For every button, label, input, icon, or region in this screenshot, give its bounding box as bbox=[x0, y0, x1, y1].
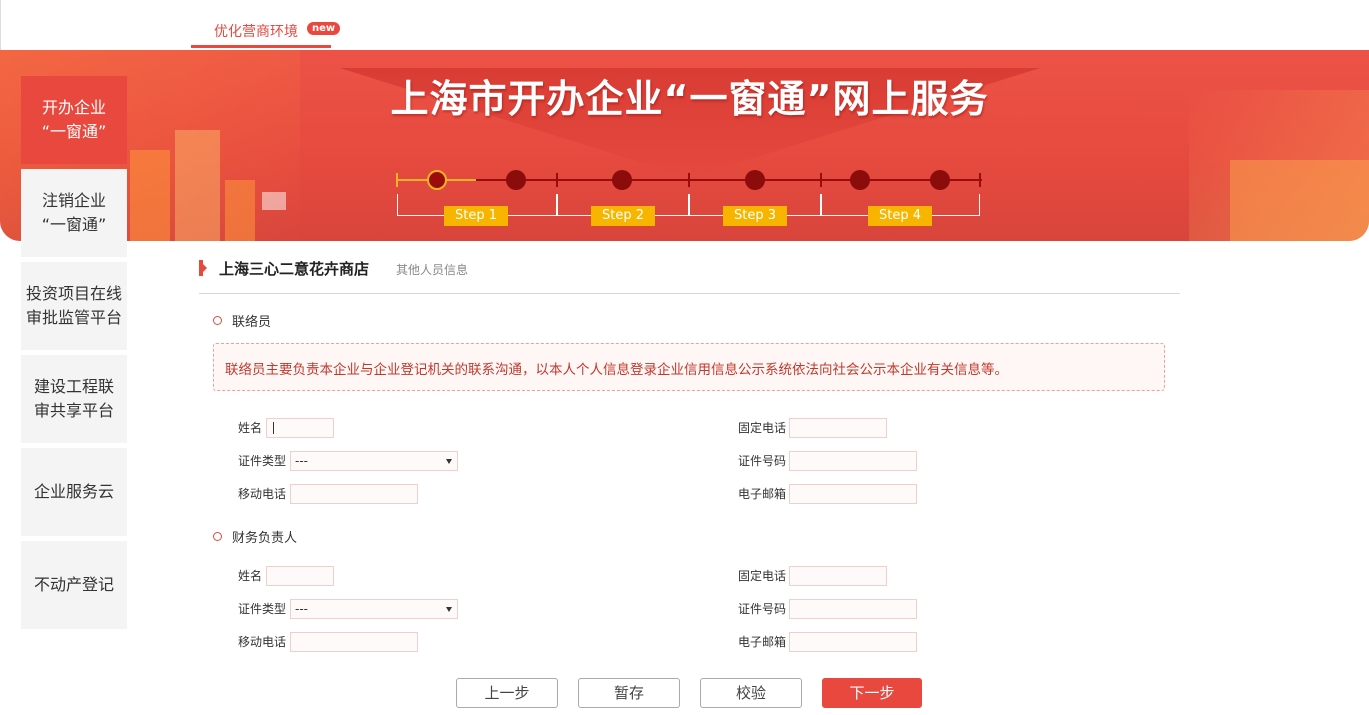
chart-icon bbox=[262, 192, 286, 210]
chevron-down-icon bbox=[446, 459, 452, 464]
sidebar-item-real-estate[interactable]: 不动产登记 bbox=[21, 541, 127, 629]
finance-email-input[interactable] bbox=[789, 632, 917, 652]
step-tick bbox=[556, 173, 558, 187]
sidebar-item-business-startup[interactable]: 开办企业 “一窗通” bbox=[21, 76, 127, 164]
top-nav-bar: 优化营商环境 new bbox=[0, 0, 1369, 50]
company-name: 上海三心二意花卉商店 bbox=[219, 260, 370, 278]
step-tick bbox=[396, 173, 398, 187]
sidebar-item-investment-approval[interactable]: 投资项目在线 审批监管平台 bbox=[21, 262, 127, 350]
contact-name-input[interactable] bbox=[266, 418, 334, 438]
finance-id-type-select[interactable]: --- bbox=[290, 599, 458, 619]
step-4-label: Step 4 bbox=[868, 206, 932, 226]
step-dot bbox=[612, 170, 632, 190]
text-caret bbox=[273, 422, 274, 434]
field-label: 姓名 bbox=[238, 569, 263, 583]
prev-step-button[interactable]: 上一步 bbox=[456, 678, 558, 708]
step-2-label: Step 2 bbox=[591, 206, 655, 226]
page-subtitle: 其他人员信息 bbox=[396, 263, 469, 277]
finance-id-number-input[interactable] bbox=[789, 599, 917, 619]
circle-icon bbox=[213, 532, 222, 541]
building-illustration bbox=[130, 150, 170, 241]
step-dot bbox=[745, 170, 765, 190]
field-label: 固定电话 bbox=[738, 421, 787, 435]
section-title-contact: 联络员 bbox=[213, 311, 271, 330]
step-tick bbox=[688, 173, 690, 187]
field-label: 证件号码 bbox=[738, 602, 787, 616]
step-dot bbox=[930, 170, 950, 190]
heading-marker-icon bbox=[199, 260, 207, 276]
validate-button[interactable]: 校验 bbox=[700, 678, 802, 708]
contact-mobile-input[interactable] bbox=[290, 484, 418, 504]
contact-notice: 联络员主要负责本企业与企业登记机关的联系沟通，以本人个人信息登录企业信用信息公示… bbox=[213, 343, 1165, 391]
sidebar-item-construction-review[interactable]: 建设工程联 审共享平台 bbox=[21, 355, 127, 443]
new-badge: new bbox=[307, 22, 341, 35]
contact-email-input[interactable] bbox=[789, 484, 917, 504]
step-3-label: Step 3 bbox=[723, 206, 787, 226]
field-label: 姓名 bbox=[238, 421, 263, 435]
section-label: 财务负责人 bbox=[232, 531, 298, 546]
finance-phone-input[interactable] bbox=[789, 566, 887, 586]
divider bbox=[199, 293, 1180, 294]
step-dot bbox=[850, 170, 870, 190]
chevron-down-icon bbox=[446, 607, 452, 612]
save-draft-button[interactable]: 暂存 bbox=[578, 678, 680, 708]
step-track bbox=[476, 179, 982, 181]
finance-name-input[interactable] bbox=[266, 566, 334, 586]
building-illustration bbox=[175, 130, 220, 241]
tab-label: 优化营商环境 bbox=[214, 24, 298, 40]
sidebar-item-business-deregistration[interactable]: 注销企业 “一窗通” bbox=[21, 169, 127, 257]
field-label: 证件类型 bbox=[238, 602, 287, 616]
field-label: 移动电话 bbox=[238, 487, 287, 501]
contact-id-type-select[interactable]: --- bbox=[290, 451, 458, 471]
circle-icon bbox=[213, 316, 222, 325]
field-label: 电子邮箱 bbox=[738, 487, 787, 501]
field-label: 固定电话 bbox=[738, 569, 787, 583]
section-label: 联络员 bbox=[232, 315, 272, 330]
building-illustration bbox=[225, 180, 255, 241]
sidebar-item-enterprise-cloud[interactable]: 企业服务云 bbox=[21, 448, 127, 536]
field-label: 证件类型 bbox=[238, 454, 287, 468]
contact-phone-input[interactable] bbox=[789, 418, 887, 438]
finance-mobile-input[interactable] bbox=[290, 632, 418, 652]
step-progress: Step 1 Step 2 Step 3 Step 4 bbox=[396, 168, 982, 228]
banner: 上海市开办企业“一窗通”网上服务 Step 1 Step 2 Step 3 St… bbox=[0, 50, 1369, 241]
step-tick bbox=[979, 173, 981, 187]
next-step-button[interactable]: 下一步 bbox=[822, 678, 922, 708]
banner-title: 上海市开办企业“一窗通”网上服务 bbox=[390, 77, 989, 121]
select-value: --- bbox=[295, 602, 308, 616]
field-label: 电子邮箱 bbox=[738, 635, 787, 649]
select-value: --- bbox=[295, 454, 308, 468]
field-label: 移动电话 bbox=[238, 635, 287, 649]
contact-id-number-input[interactable] bbox=[789, 451, 917, 471]
field-label: 证件号码 bbox=[738, 454, 787, 468]
tab-optimize-business-environment[interactable]: 优化营商环境 new bbox=[191, 18, 341, 48]
step-dot-current bbox=[427, 170, 447, 190]
step-tick bbox=[820, 173, 822, 187]
step-dot bbox=[506, 170, 526, 190]
step-1-label: Step 1 bbox=[444, 206, 508, 226]
section-title-finance: 财务负责人 bbox=[213, 527, 297, 546]
building-illustration bbox=[1230, 160, 1369, 241]
